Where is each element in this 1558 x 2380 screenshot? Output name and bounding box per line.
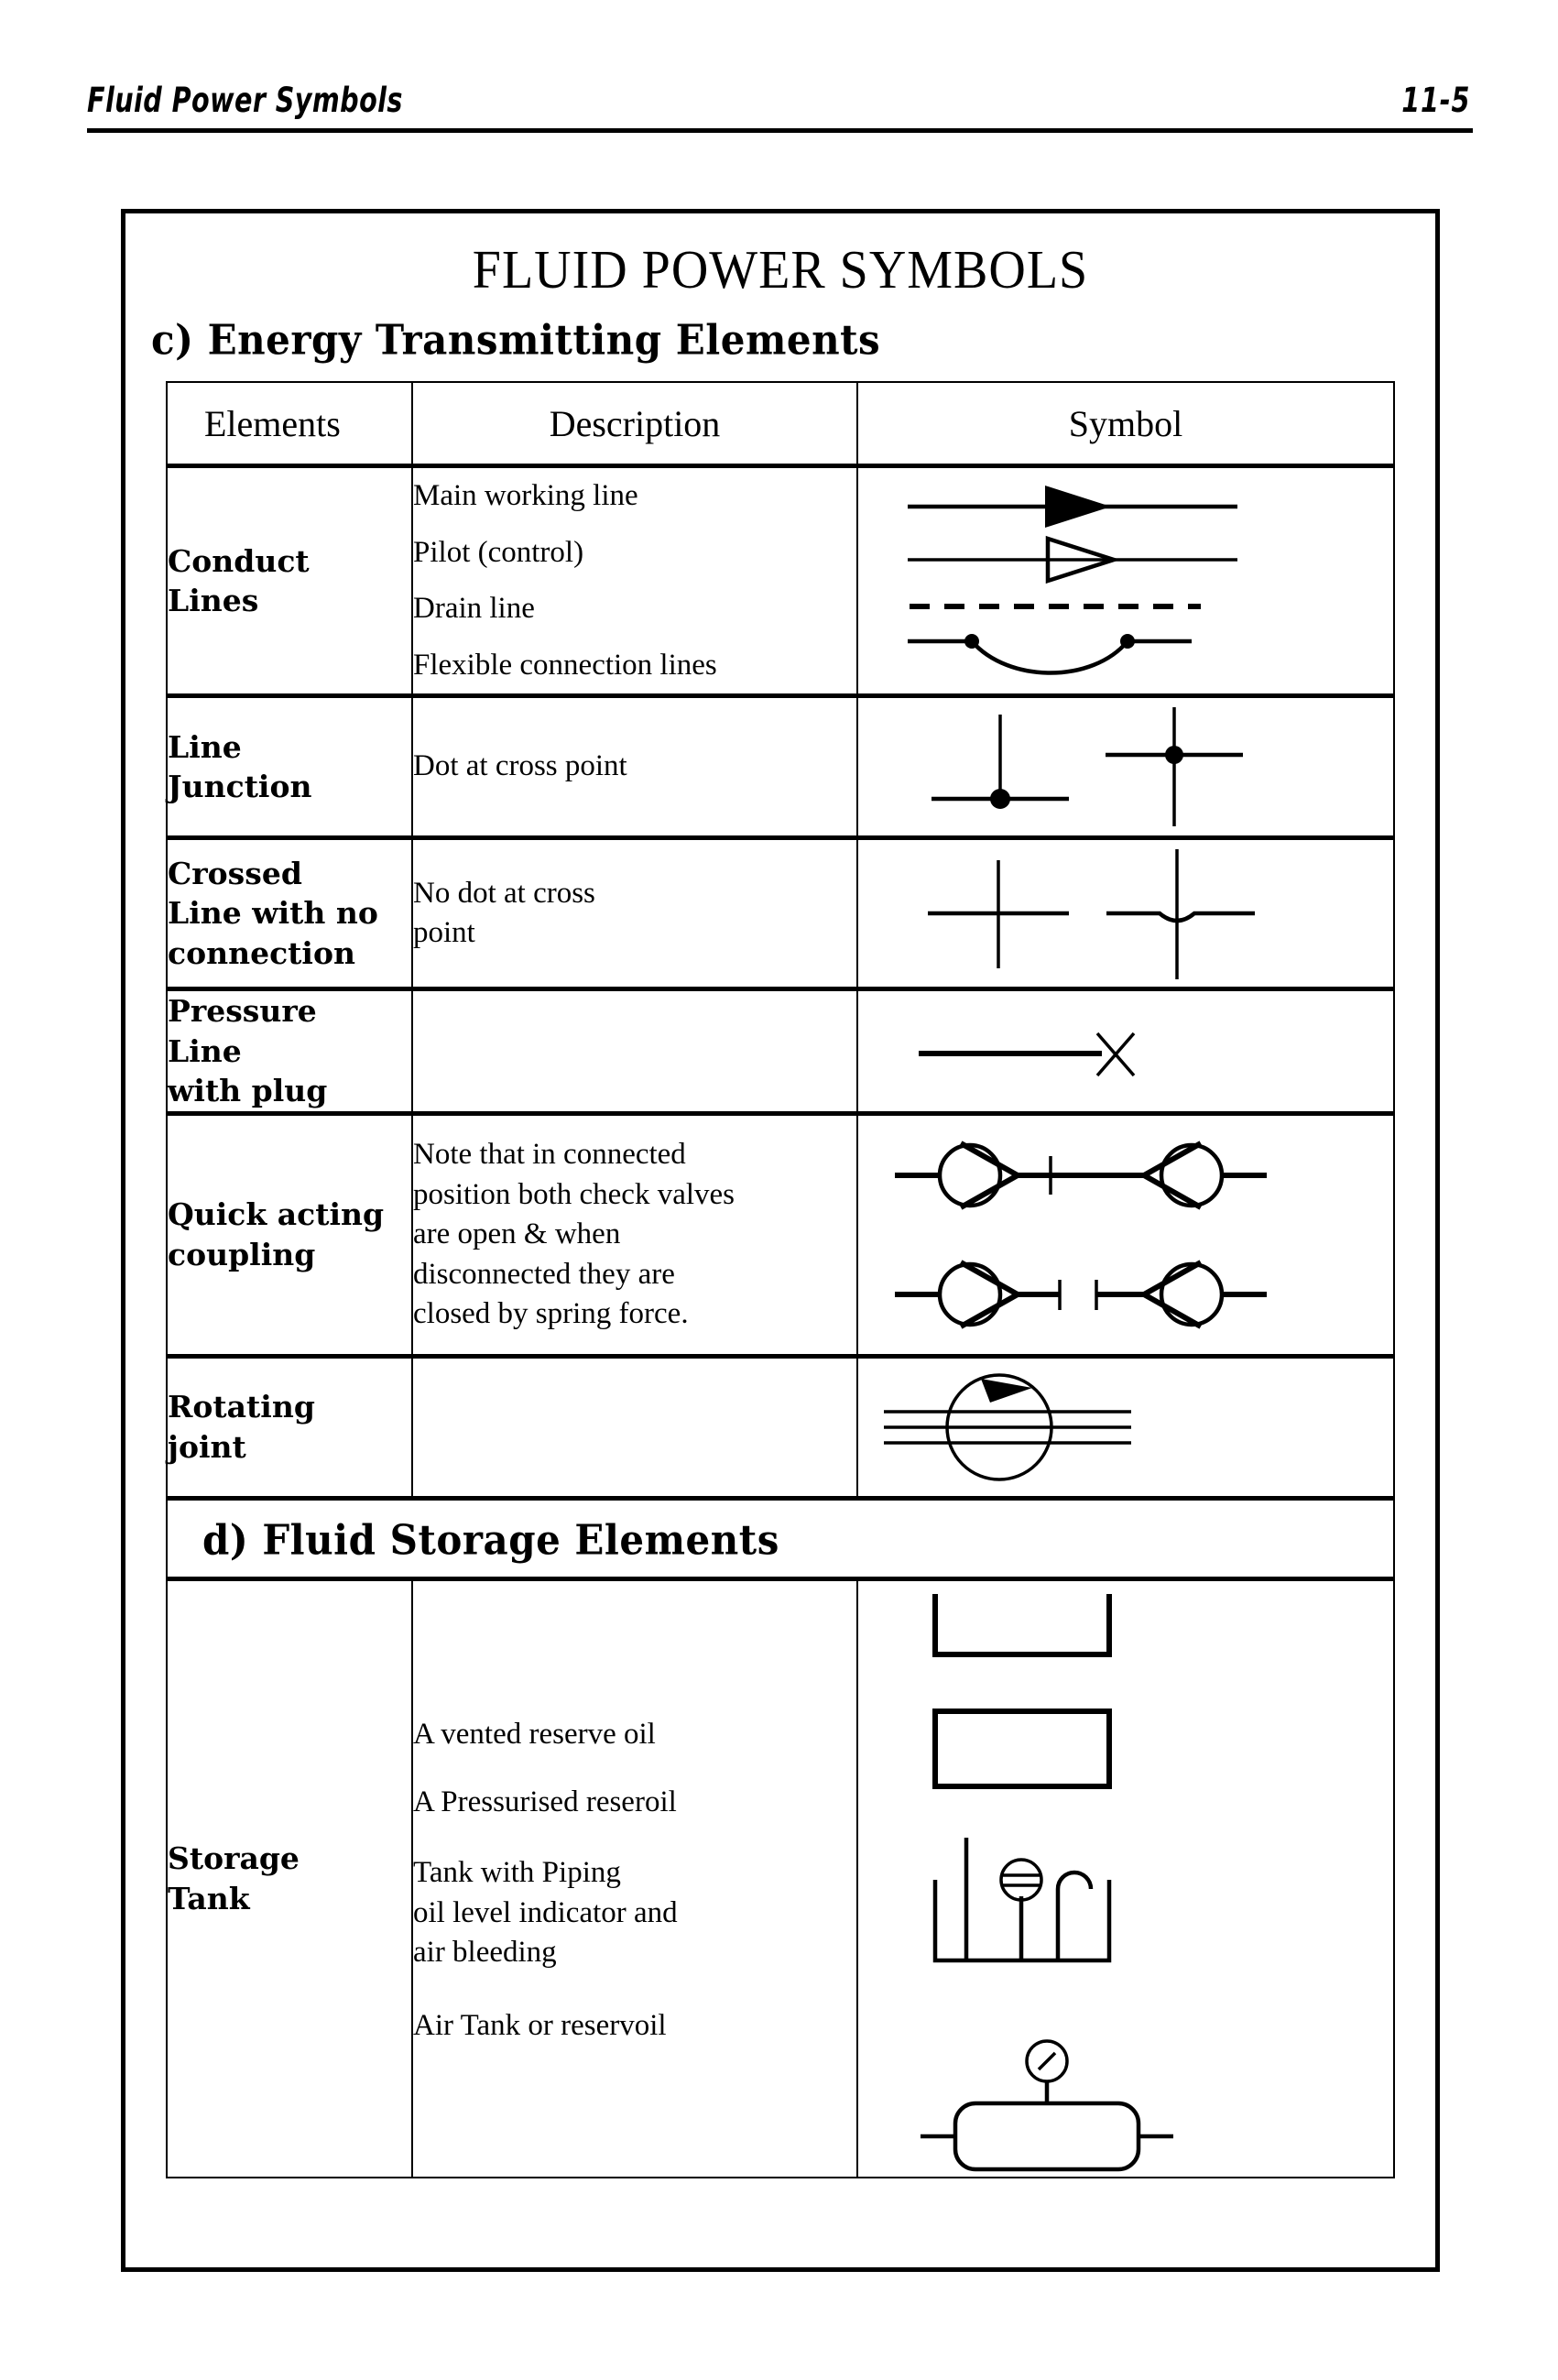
symbols-line-junction (856, 694, 1395, 841)
element-line: Line (168, 728, 242, 765)
description-line-junction: Dot at cross point (411, 694, 858, 841)
symbols-storage-tank (856, 1578, 1395, 2178)
description-crossed-line: No dot at cross point (411, 836, 858, 992)
element-line: Rotating (168, 1389, 315, 1425)
description-line: are open & when (413, 1217, 621, 1251)
cross-junction-dot-icon (1106, 707, 1243, 827)
element-line: Quick acting (168, 1196, 385, 1233)
element-line: Crossed (168, 855, 302, 891)
description-line: disconnected they are (413, 1257, 675, 1291)
section-heading-cell-d: d) Fluid Storage Elements (166, 1497, 1395, 1581)
element-line: Line (168, 1032, 242, 1069)
section-heading-d: d) Fluid Storage Elements (202, 1515, 779, 1564)
description-rotating-joint (411, 1355, 858, 1501)
table-row: Rotating joint (166, 1355, 1395, 1501)
table-row: Pressure Line with plug (166, 988, 1395, 1116)
element-name-quick-acting-coupling: Quick acting coupling (166, 1112, 413, 1359)
description-line: Dot at cross point (413, 749, 627, 783)
description-line: A vented reserve oil (413, 1718, 656, 1752)
description-line: Tank with Piping (413, 1856, 621, 1890)
description-line: Air Tank or reservoil (413, 2008, 667, 2042)
air-tank-icon (921, 2039, 1173, 2172)
description-line: Drain line (413, 592, 535, 626)
column-header-symbol: Symbol (856, 381, 1395, 468)
element-line: Conduct (168, 542, 310, 579)
header-rule (87, 128, 1473, 133)
symbols-crossed-line (856, 836, 1395, 992)
element-name-storage-tank: Storage Tank (166, 1578, 413, 2178)
description-line: A Pressurised reseroil (413, 1785, 677, 1818)
description-line: closed by spring force. (413, 1297, 689, 1331)
symbols-pressure-line-plug (856, 988, 1395, 1116)
column-header-description: Description (411, 381, 858, 468)
description-line: point (413, 916, 475, 950)
element-line: Pressure (168, 993, 317, 1030)
coupling-connected-icon (895, 1141, 1267, 1210)
page-number: 11-5 (1400, 81, 1470, 120)
element-name-conduct-lines: Conduct Lines (166, 464, 413, 699)
description-line: air bleeding (413, 1936, 557, 1970)
symbols-quick-acting-coupling (856, 1112, 1395, 1359)
element-line: Line with no (168, 895, 378, 932)
section-heading-c: c) Energy Transmitting Elements (151, 316, 881, 364)
element-name-pressure-line-plug: Pressure Line with plug (166, 988, 413, 1116)
description-quick-acting-coupling: Note that in connected position both che… (411, 1112, 858, 1359)
description-storage-tank: A vented reserve oil A Pressurised reser… (411, 1578, 858, 2178)
element-name-line-junction: Line Junction (166, 694, 413, 841)
element-line: Junction (168, 769, 312, 805)
page-title: FLUID POWER SYMBOLS (472, 240, 1089, 300)
description-line: Note that in connected (413, 1137, 686, 1171)
table-row: Conduct Lines Main working line Pilot (c… (166, 464, 1395, 699)
pressurised-tank-icon (932, 1708, 1112, 1789)
table-row: Quick acting coupling Note that in conne… (166, 1112, 1395, 1359)
description-line: No dot at cross (413, 876, 595, 910)
vented-tank-icon (932, 1593, 1112, 1657)
description-line: Pilot (control) (413, 535, 584, 569)
symbols-rotating-joint (856, 1355, 1395, 1501)
hollow-arrow-line-icon (908, 536, 1237, 584)
page-frame: FLUID POWER SYMBOLS c) Energy Transmitti… (121, 209, 1440, 2272)
column-header-elements: Elements (166, 381, 413, 468)
element-name-crossed-line: Crossed Line with no connection (166, 836, 413, 992)
fluid-power-symbols-table: Elements Description Symbol Conduct Line… (166, 381, 1395, 2178)
section-heading-row-d: d) Fluid Storage Elements (166, 1497, 1395, 1581)
description-line: oil level indicator and (413, 1895, 678, 1929)
element-line: connection (168, 934, 355, 971)
description-conduct-lines: Main working line Pilot (control) Drain … (411, 464, 858, 699)
tee-junction-dot-icon (932, 715, 1069, 810)
symbols-conduct-lines (856, 464, 1395, 699)
running-head-title: Fluid Power Symbols (87, 81, 403, 120)
flexible-connection-icon (908, 634, 1192, 675)
description-line: Flexible connection lines (413, 648, 717, 682)
table-header-row: Elements Description Symbol (166, 381, 1395, 468)
tank-with-piping-icon (932, 1837, 1112, 1963)
line-hop-cross-icon (1106, 849, 1255, 980)
element-line: coupling (168, 1236, 316, 1272)
element-name-rotating-joint: Rotating joint (166, 1355, 413, 1501)
dashed-line-icon (910, 604, 1201, 610)
table-row: Line Junction Dot at cross point (166, 694, 1395, 841)
description-line: Main working line (413, 479, 638, 512)
element-line: Tank (168, 1880, 250, 1916)
description-pressure-line-plug (411, 988, 858, 1116)
plain-cross-icon (928, 860, 1069, 969)
plugged-line-icon (919, 1032, 1136, 1076)
solid-arrow-line-icon (908, 486, 1237, 529)
element-line: Lines (168, 583, 259, 619)
rotating-joint-icon (884, 1373, 1131, 1481)
description-line: position both check valves (413, 1177, 735, 1211)
element-line: Storage (168, 1840, 300, 1877)
coupling-disconnected-icon (895, 1260, 1267, 1329)
element-line: with plug (168, 1073, 328, 1109)
table-row: Crossed Line with no connection No dot a… (166, 836, 1395, 992)
element-line: joint (168, 1428, 246, 1465)
table-row: Storage Tank A vented reserve oil A Pres… (166, 1578, 1395, 2178)
running-head: Fluid Power Symbols 11-5 (87, 81, 1470, 120)
